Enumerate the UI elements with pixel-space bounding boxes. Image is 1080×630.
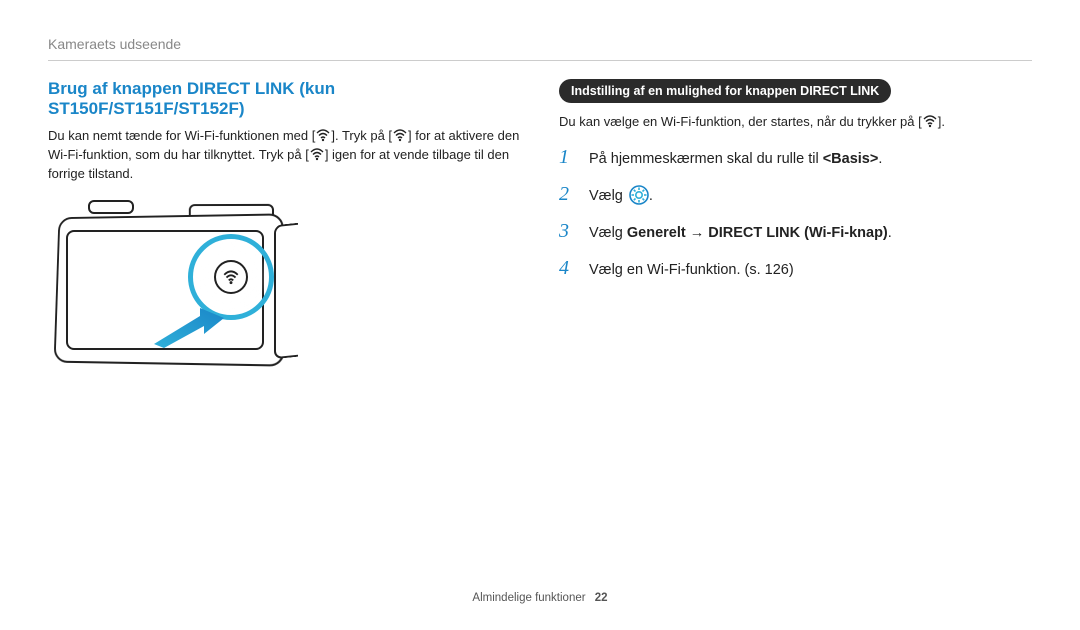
text-segment: . (878, 151, 882, 167)
two-column-layout: Brug af knappen DIRECT LINK (kun ST150F/… (48, 79, 1032, 388)
text-segment: . (649, 188, 653, 204)
text-segment: Vælg en Wi-Fi-funktion. (s. 126) (589, 262, 794, 278)
step-2: 2 Vælg . (559, 183, 1032, 206)
right-column: Indstilling af en mulighed for knappen D… (559, 79, 1032, 388)
text-segment: . (888, 225, 892, 241)
wifi-icon (392, 127, 408, 143)
manual-page: Kameraets udseende Brug af knappen DIREC… (0, 0, 1080, 388)
wifi-icon (922, 113, 938, 129)
wifi-icon (309, 146, 325, 162)
footer-label: Almindelige funktioner (472, 592, 585, 604)
gear-icon (629, 185, 649, 205)
wifi-icon (315, 127, 331, 143)
text-segment: Vælg (589, 188, 627, 204)
step-4: 4 Vælg en Wi-Fi-funktion. (s. 126) (559, 257, 1032, 280)
bold-text: <Basis> (823, 151, 879, 167)
section-title: Brug af knappen DIRECT LINK (kun ST150F/… (48, 79, 521, 119)
camera-illustration (48, 198, 308, 388)
camera-grip (274, 222, 298, 359)
step-number: 4 (559, 257, 575, 280)
step-text: Vælg Generelt → DIRECT LINK (Wi-Fi-knap)… (589, 225, 1032, 241)
step-text: Vælg en Wi-Fi-funktion. (s. 126) (589, 262, 1032, 278)
text-segment: Du kan vælge en Wi-Fi-funktion, der star… (559, 114, 922, 129)
wifi-icon (222, 268, 240, 286)
text-segment: På hjemmeskærmen skal du rulle til (589, 151, 823, 167)
pointer-arrow-icon (154, 308, 226, 348)
step-list: 1 På hjemmeskærmen skal du rulle til <Ba… (559, 146, 1032, 280)
step-1: 1 På hjemmeskærmen skal du rulle til <Ba… (559, 146, 1032, 169)
breadcrumb: Kameraets udseende (48, 36, 1032, 52)
left-column: Brug af knappen DIRECT LINK (kun ST150F/… (48, 79, 521, 388)
step-number: 1 (559, 146, 575, 169)
text-segment: ]. (938, 114, 945, 129)
page-footer: Almindelige funktioner 22 (0, 592, 1080, 604)
text-segment: Vælg (589, 225, 627, 241)
text-segment: Du kan nemt tænde for Wi-Fi-funktionen m… (48, 128, 315, 143)
direct-link-button (214, 260, 248, 294)
page-number: 22 (595, 592, 608, 604)
divider (48, 60, 1032, 61)
step-text: Vælg . (589, 185, 1032, 205)
intro-paragraph: Du kan nemt tænde for Wi-Fi-funktionen m… (48, 127, 521, 184)
subsection-pill: Indstilling af en mulighed for knappen D… (559, 79, 891, 103)
camera-shutter (88, 200, 134, 214)
right-intro: Du kan vælge en Wi-Fi-funktion, der star… (559, 113, 1032, 132)
step-number: 2 (559, 183, 575, 206)
bold-text: Generelt → DIRECT LINK (Wi-Fi-knap) (627, 225, 888, 241)
text-segment: ]. Tryk på [ (331, 128, 392, 143)
step-text: På hjemmeskærmen skal du rulle til <Basi… (589, 151, 1032, 167)
step-number: 3 (559, 220, 575, 243)
step-3: 3 Vælg Generelt → DIRECT LINK (Wi-Fi-kna… (559, 220, 1032, 243)
